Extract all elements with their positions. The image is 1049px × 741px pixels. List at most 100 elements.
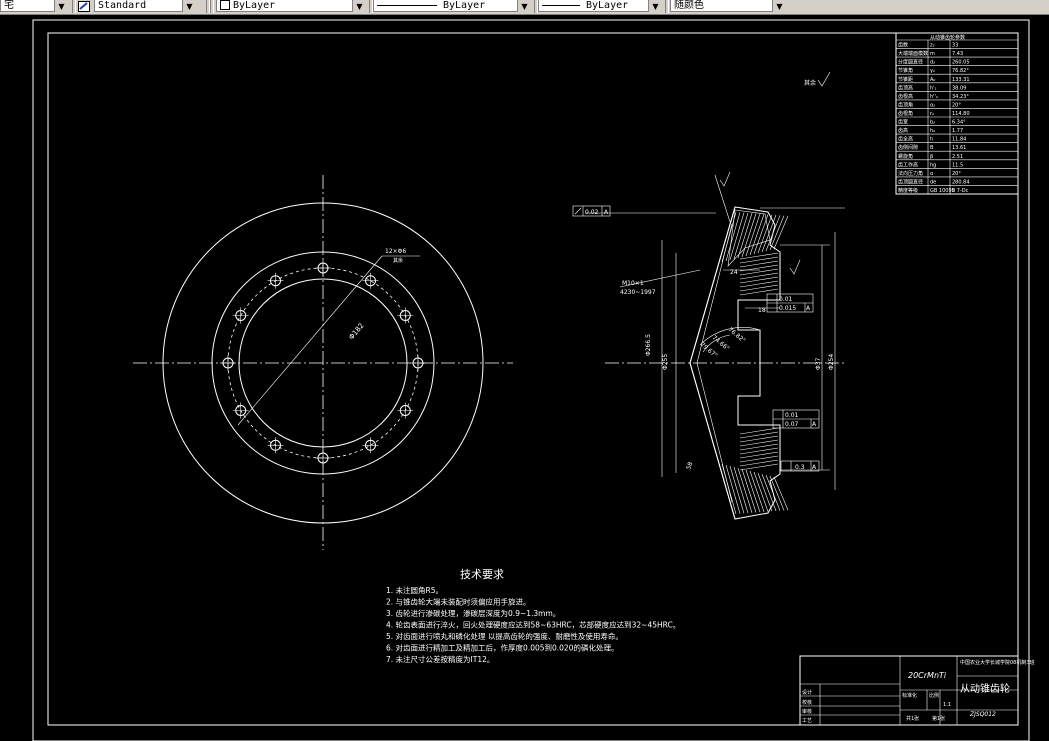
toolbar-separator	[665, 0, 669, 13]
params-cell: 8 7-Dc	[952, 188, 969, 194]
color-combo[interactable]: ByLayer	[216, 0, 366, 12]
chevron-down-icon: ▼	[776, 1, 783, 11]
fcf-runout-datum: A	[806, 305, 811, 312]
fcf-flatness-value: 0.02	[585, 209, 599, 216]
hatch-line	[757, 214, 773, 254]
tech-req-item: 5. 对齿面进行喷丸和磷化处理 以提高齿轮的强度、耐磨性及使用寿命。	[386, 631, 623, 641]
top-leader	[714, 174, 731, 223]
section-view: Φ266.5 Φ255 Φ37 Φ254 76.82° 74.66° 79.67…	[572, 171, 845, 520]
params-cell: h''₂	[930, 94, 938, 100]
chevron-down-icon: ▼	[58, 1, 65, 11]
linetype-combo-dropdown[interactable]: ▼	[517, 0, 531, 12]
params-cell: 33	[952, 43, 958, 49]
toolbar-separator	[72, 0, 76, 13]
chevron-down-icon: ▼	[356, 1, 363, 11]
color-combo-dropdown[interactable]: ▼	[352, 0, 366, 12]
roughness-check-icon	[817, 71, 831, 87]
linetype-combo-value: ByLayer	[443, 0, 486, 11]
fcf-perp2-datum: A	[812, 421, 817, 428]
dim-266-text: Φ266.5	[645, 334, 652, 356]
toolbar-separator	[210, 0, 214, 13]
params-cell: 114.80	[952, 111, 970, 117]
plotstyle-combo-dropdown[interactable]: ▼	[772, 0, 786, 12]
tech-req-item: 3. 齿轮进行渗碳处理，渗碳层深度为0.9~1.3mm。	[386, 608, 560, 618]
params-cell: 齿工作高	[898, 161, 918, 168]
params-cell: B	[930, 145, 934, 151]
tb-label-std: 标准化	[902, 692, 917, 699]
fcf-parallel-value: 0.01	[785, 412, 799, 419]
params-cell: 精度等级	[898, 187, 918, 194]
params-cell: h'₂	[930, 85, 937, 91]
tb-label-design: 设计	[802, 689, 812, 696]
params-cell: 7.43	[952, 51, 963, 57]
hatch-line	[725, 212, 741, 262]
hatch-line	[745, 469, 761, 513]
hatch-line	[749, 470, 765, 512]
tb-label-process: 工艺	[802, 718, 812, 724]
params-cell: 法向压力角	[898, 170, 923, 177]
textstyle-combo-value: Standard	[98, 0, 147, 11]
tb-label-scale: 比例	[929, 692, 939, 699]
params-cell: 11.84	[952, 137, 966, 143]
params-cell: γ₂	[930, 68, 935, 74]
hatch-line	[761, 214, 777, 253]
scale-text: 1:1	[943, 702, 951, 708]
chevron-down-icon: ▼	[652, 1, 659, 11]
params-cell: h	[930, 137, 933, 143]
lineweight-combo-dropdown[interactable]: ▼	[648, 0, 662, 12]
textstyle-icon[interactable]	[78, 0, 92, 12]
layer-combo-dropdown[interactable]: ▼	[54, 0, 68, 12]
textstyle-combo[interactable]: Standard	[94, 0, 196, 12]
tb-label-review: 审核	[802, 708, 812, 715]
params-cell: β	[930, 154, 933, 160]
linetype-combo[interactable]: ByLayer	[373, 0, 531, 12]
params-cell: 20°	[952, 171, 961, 177]
angle3-text: 79.67°	[699, 341, 719, 359]
hatch-line	[753, 214, 769, 255]
hatch-line	[733, 466, 749, 514]
params-cell: α₂	[930, 102, 935, 108]
params-cell: r₂	[930, 111, 934, 117]
lineweight-combo[interactable]: ByLayer	[538, 0, 662, 12]
params-cell: 分度圆直径	[898, 59, 923, 66]
hatch-line	[757, 472, 773, 512]
drawing-canvas[interactable]: Φ182 12×Φ6 其余 Φ266.5 Φ255 Φ37 Φ254 76.82…	[0, 15, 1049, 741]
title-block: 20CrMnTi 中国农业大学长城学院08机制3班 从动锥齿轮 ZJSQ012 …	[799, 655, 1035, 726]
material-text: 20CrMnTi	[908, 671, 947, 680]
dim-58-text: 58	[685, 461, 694, 471]
tech-req-item: 7. 未注尺寸公差按精度为IT12。	[386, 654, 494, 664]
color-swatch-icon	[220, 0, 230, 10]
hatch-line	[729, 465, 745, 514]
params-cell: 2.51	[952, 154, 963, 160]
roughness-other-text: 其余	[804, 79, 816, 87]
drawing-number-text: ZJSQ012	[969, 711, 996, 718]
textstyle-icon-glyph	[78, 0, 90, 12]
hole-note-sub: 其余	[393, 257, 403, 264]
plotstyle-combo[interactable]: 随颜色	[670, 0, 786, 12]
properties-toolbar: 宅 ▼ Standard ▼ ByLayer ▼ ByLayer ▼ ByLay…	[0, 0, 1049, 15]
hatch-line	[773, 215, 789, 250]
params-cell: 20°	[952, 102, 961, 108]
hatch-line	[737, 213, 753, 259]
hatch-line	[741, 213, 757, 258]
params-cell: h₂	[930, 128, 935, 134]
general-roughness: 其余	[804, 71, 831, 87]
params-cell: 38.09	[952, 85, 966, 91]
params-cell: A₀	[930, 77, 935, 83]
fcf-bottom-value: 0.3	[795, 464, 805, 471]
params-cell: 1.77	[952, 128, 963, 134]
params-cell: 齿根高	[898, 93, 913, 100]
textstyle-combo-dropdown[interactable]: ▼	[182, 0, 196, 12]
params-cell: 齿顶圆直径	[898, 178, 923, 185]
params-cell: 齿宽	[898, 119, 908, 126]
gb-note-text: 4230~1997	[620, 289, 656, 296]
params-rows: 齿数 z₂ 33 大端端面模数 m 7.43 分度圆直径 d₂ 260.05 节锥角 γ₂ 76.82…	[896, 39, 1018, 194]
dim-24-text: 24	[730, 269, 738, 276]
roughness-symbol-icon	[719, 171, 731, 187]
params-cell: 节锥距	[898, 76, 913, 83]
params-cell: 6.34°	[952, 120, 966, 126]
hole-note-text: 12×Φ6	[385, 248, 406, 255]
chevron-down-icon: ▼	[521, 1, 528, 11]
tech-req-title: 技术要求	[460, 568, 504, 581]
tb-label-sheets: 共1张	[906, 715, 919, 722]
